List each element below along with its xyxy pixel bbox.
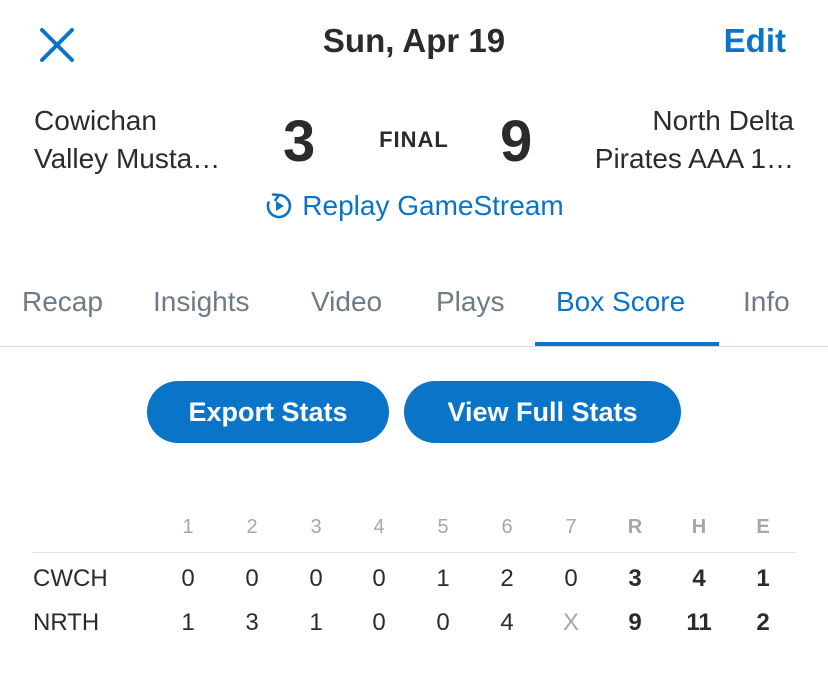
- view-full-stats-button[interactable]: View Full Stats: [404, 381, 681, 443]
- table-cell: 0: [245, 565, 259, 592]
- inning-3-header: 3: [310, 516, 322, 538]
- table-cell: 4: [500, 609, 514, 636]
- home-team-line2: Pirates AAA 1…: [594, 143, 794, 174]
- row-team-label: NRTH: [33, 609, 100, 636]
- hits-cell: 4: [692, 565, 706, 592]
- inning-5-header: 5: [437, 516, 449, 538]
- game-date: Sun, Apr 19: [322, 22, 506, 59]
- hits-header: H: [691, 516, 707, 538]
- row-team-label: CWCH: [33, 565, 108, 592]
- tab-info[interactable]: Info: [743, 286, 790, 318]
- replay-gamestream-link[interactable]: Replay GameStream: [0, 190, 828, 222]
- table-cell: 0: [181, 565, 195, 592]
- edit-button[interactable]: Edit: [724, 22, 786, 60]
- box-score-divider: [32, 552, 796, 553]
- home-team-line1: North Delta: [652, 105, 794, 136]
- runs-cell: 3: [628, 565, 642, 592]
- box-score-header: 1 2 3 4 5 6 7 R H E: [0, 516, 828, 546]
- tab-box-score[interactable]: Box Score: [556, 286, 685, 318]
- runs-header: R: [627, 516, 643, 538]
- table-cell: 0: [436, 609, 450, 636]
- tab-plays[interactable]: Plays: [436, 286, 504, 318]
- runs-cell: 9: [628, 609, 642, 636]
- table-cell: 1: [181, 609, 195, 636]
- table-cell: 0: [372, 609, 386, 636]
- table-cell: 1: [309, 609, 323, 636]
- table-cell: 2: [500, 565, 514, 592]
- errors-header: E: [756, 516, 770, 538]
- replay-label: Replay GameStream: [302, 190, 564, 221]
- inning-4-header: 4: [373, 516, 385, 538]
- errors-cell: 2: [756, 609, 770, 636]
- table-row: CWCH 0 0 0 0 1 2 0 3 4 1: [0, 565, 828, 595]
- inning-7-header: 7: [565, 516, 577, 538]
- tab-bar: Recap Insights Video Plays Box Score Inf…: [0, 286, 828, 348]
- table-cell: X: [562, 609, 579, 636]
- export-stats-button[interactable]: Export Stats: [147, 381, 389, 443]
- table-cell: 0: [564, 565, 578, 592]
- tab-video[interactable]: Video: [311, 286, 382, 318]
- table-row: NRTH 1 3 1 0 0 4 X 9 11 2: [0, 609, 828, 639]
- table-cell: 3: [245, 609, 259, 636]
- tab-recap[interactable]: Recap: [22, 286, 103, 318]
- table-cell: 1: [436, 565, 450, 592]
- replay-icon: [266, 193, 292, 219]
- inning-1-header: 1: [182, 516, 194, 538]
- tab-insights[interactable]: Insights: [153, 286, 250, 318]
- hits-cell: 11: [686, 609, 712, 636]
- tab-divider: [0, 346, 828, 347]
- inning-6-header: 6: [501, 516, 513, 538]
- home-team-name: North Delta Pirates AAA 1…: [595, 102, 794, 178]
- table-cell: 0: [372, 565, 386, 592]
- inning-2-header: 2: [246, 516, 258, 538]
- table-cell: 0: [309, 565, 323, 592]
- errors-cell: 1: [756, 565, 770, 592]
- home-score: 9: [500, 109, 533, 174]
